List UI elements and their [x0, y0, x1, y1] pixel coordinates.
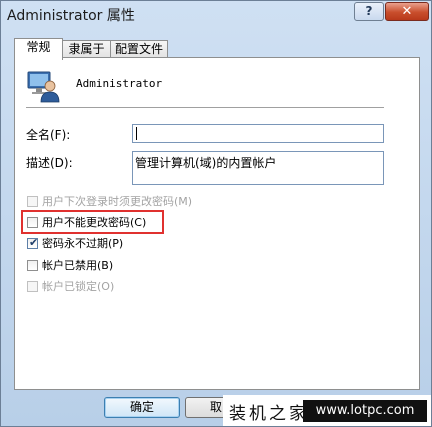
checkbox-label: 密码永不过期(P) [42, 237, 124, 250]
text-cursor [136, 127, 137, 140]
help-icon: ? [365, 4, 373, 18]
ok-button[interactable]: 确定 [104, 397, 180, 418]
description-label: 描述(D): [26, 156, 73, 170]
help-button[interactable]: ? [354, 2, 384, 21]
watermark-url: www.lotpc.com [303, 400, 427, 422]
properties-dialog: Administrator 属性 ? ✕ 常规 隶属于 配置文件 Adminis… [0, 0, 432, 427]
checkbox-box[interactable] [27, 260, 38, 271]
checkbox-label: 帐户已锁定(O) [42, 280, 115, 293]
window-title: Administrator 属性 [7, 8, 135, 24]
watermark-brand: 装机之家 [229, 404, 309, 424]
tab-profile[interactable]: 配置文件 [110, 40, 168, 58]
separator [26, 107, 384, 109]
user-computer-icon [27, 71, 60, 103]
fullname-label: 全名(F): [26, 128, 71, 142]
tab-member-of-label: 隶属于 [68, 42, 105, 56]
checkbox-box[interactable] [27, 196, 38, 207]
checkmark-icon: ✔ [29, 236, 39, 249]
tab-general-label: 常规 [26, 40, 51, 54]
tab-member-of[interactable]: 隶属于 [62, 40, 111, 58]
fullname-field[interactable] [132, 124, 384, 143]
watermark: 装机之家 www.lotpc.com [223, 395, 431, 426]
checkbox-box[interactable]: ✔ [27, 236, 39, 249]
checkbox-label: 帐户已禁用(B) [42, 259, 114, 272]
user-name: Administrator [76, 77, 163, 90]
tab-general[interactable]: 常规 [14, 38, 63, 60]
close-button[interactable]: ✕ [385, 2, 429, 21]
checkbox-box[interactable] [27, 281, 38, 292]
title-bar[interactable]: Administrator 属性 ? ✕ [1, 1, 431, 29]
description-field[interactable]: 管理计算机(域)的内置帐户 [132, 151, 384, 185]
highlight-box [21, 210, 164, 234]
tab-profile-label: 配置文件 [114, 42, 163, 56]
close-icon: ✕ [401, 4, 413, 19]
checkbox-label: 用户下次登录时须更改密码(M) [42, 195, 193, 208]
description-value: 管理计算机(域)的内置帐户 [135, 156, 277, 170]
